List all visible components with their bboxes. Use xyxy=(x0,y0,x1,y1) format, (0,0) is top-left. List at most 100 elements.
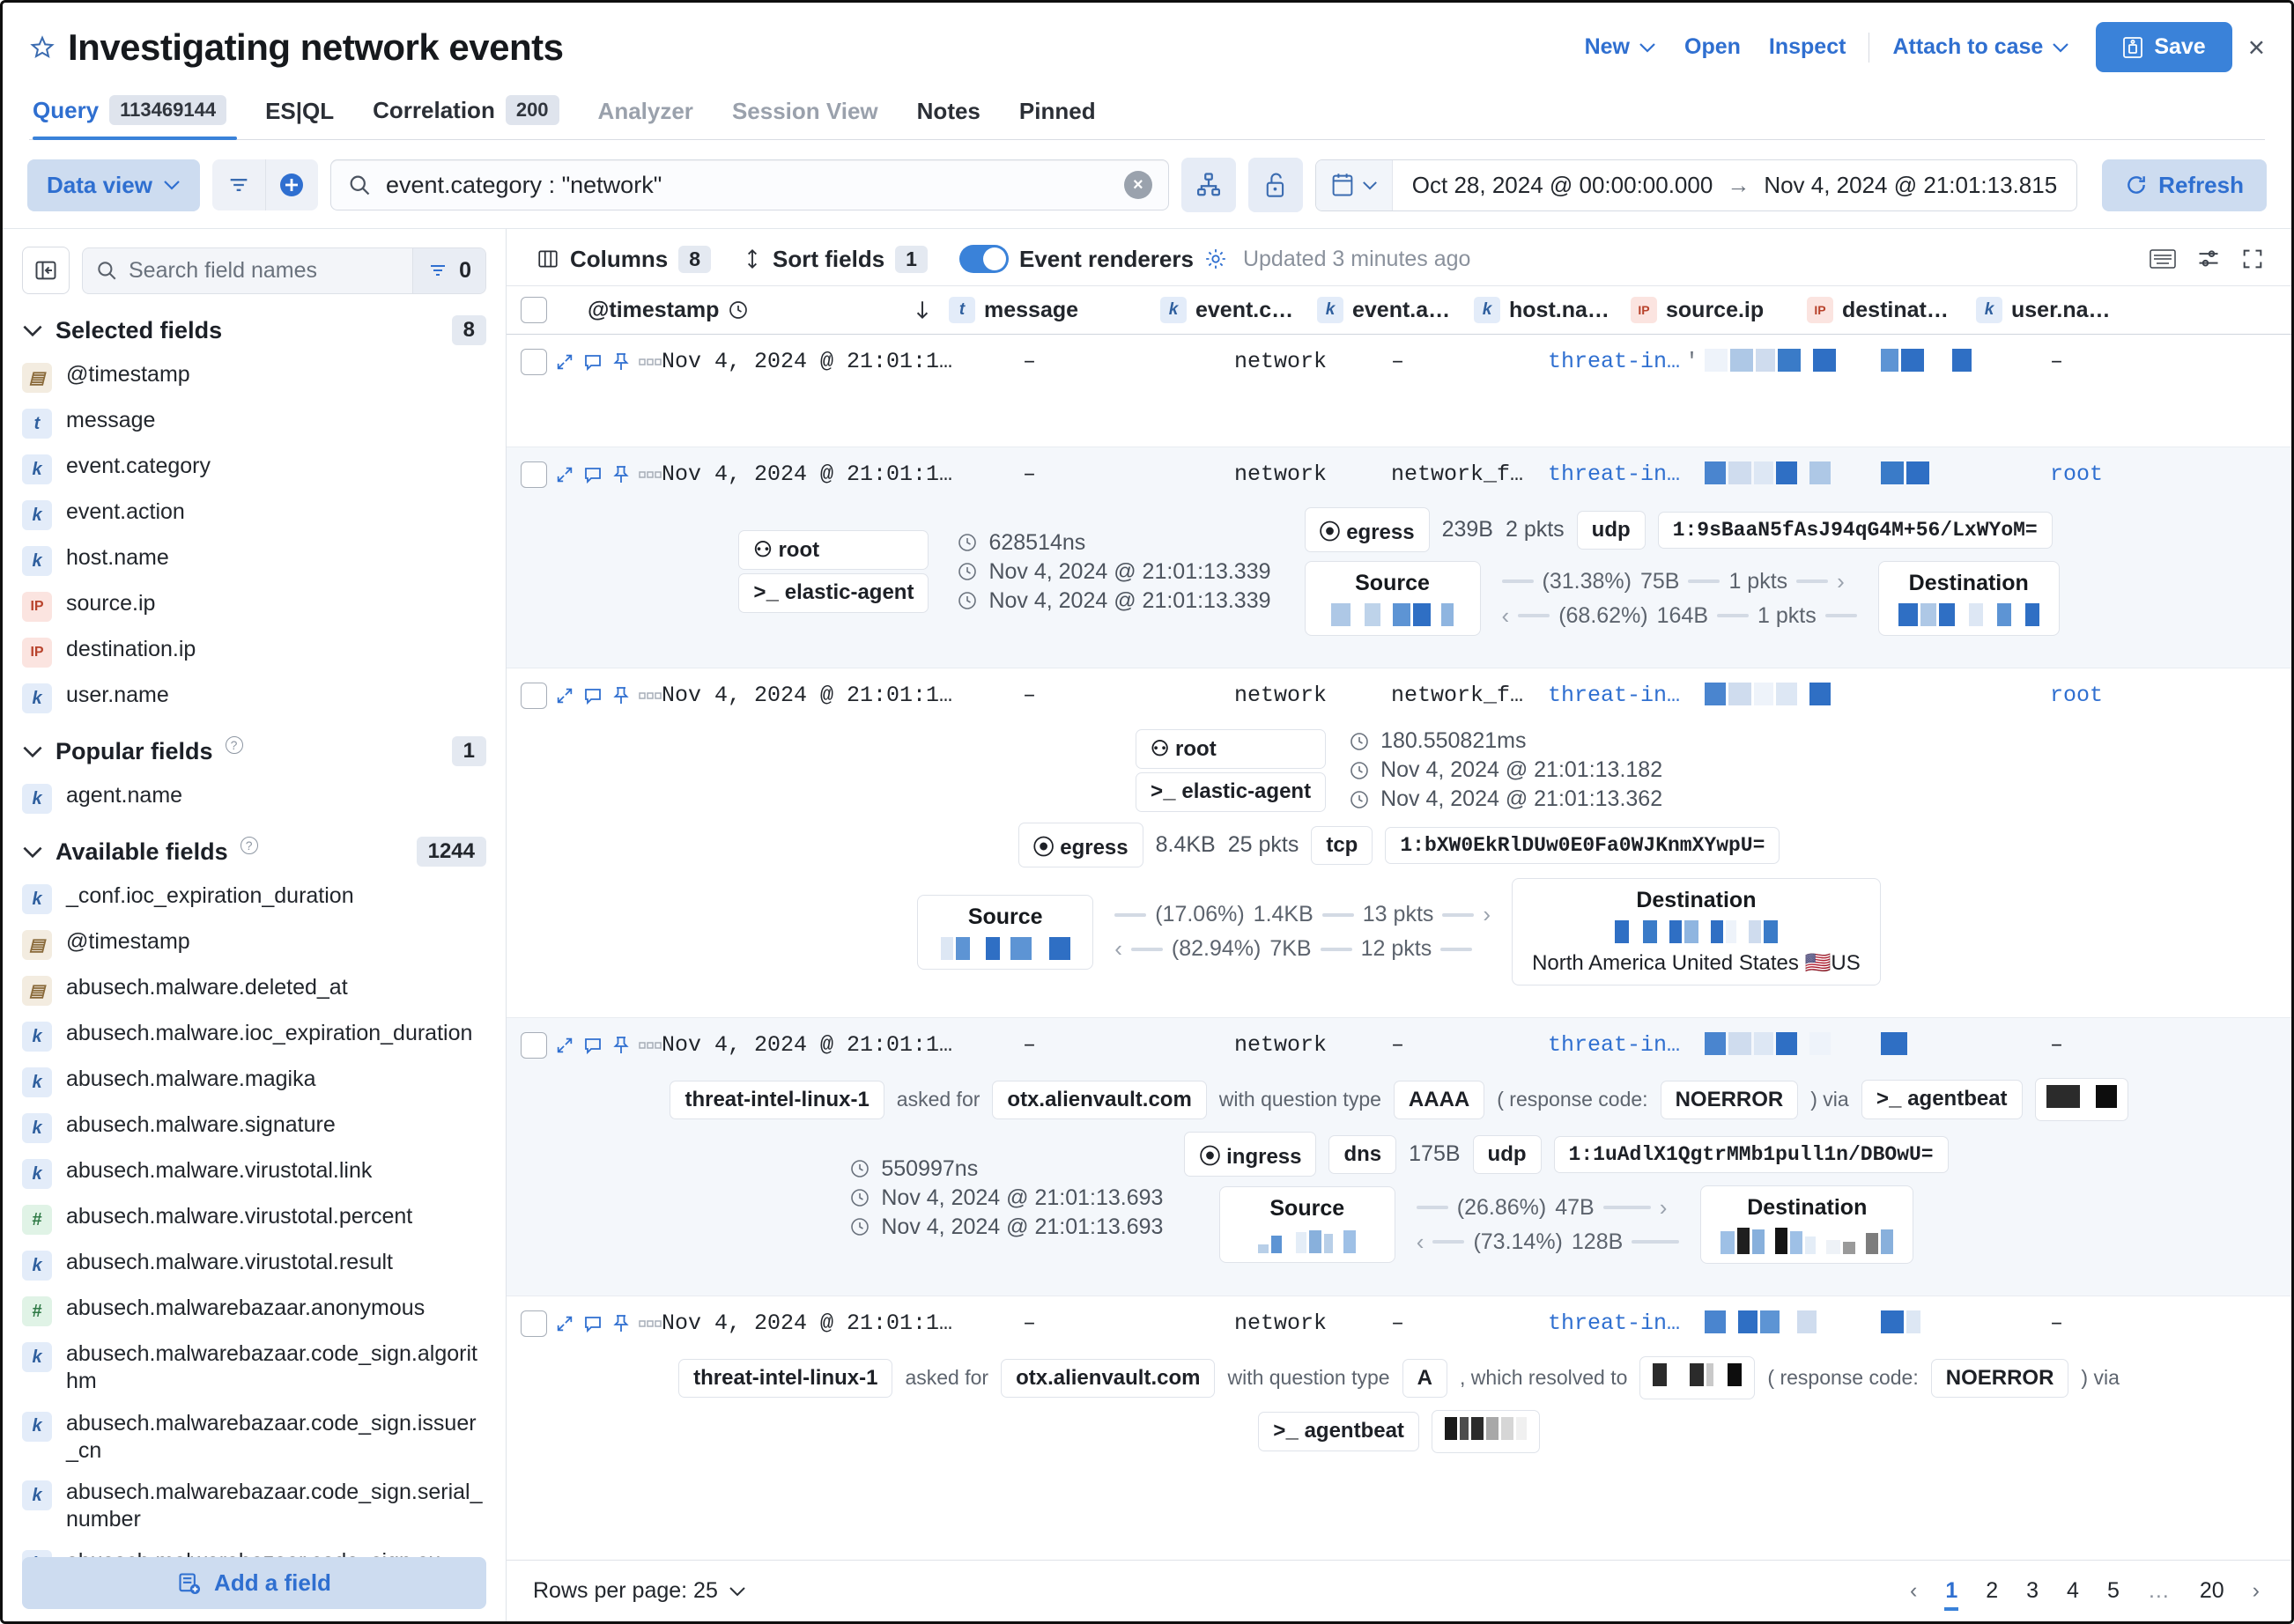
tab-correlation[interactable]: Correlation 200 xyxy=(353,95,578,139)
field-item[interactable]: ▤ @timestamp xyxy=(22,921,486,967)
section-selected-fields[interactable]: Selected fields 8 xyxy=(22,299,486,354)
dns-tag-pill[interactable]: dns xyxy=(1328,1134,1397,1174)
save-button[interactable]: Save xyxy=(2096,22,2232,72)
field-item[interactable]: ▤ @timestamp xyxy=(22,354,486,400)
select-all-checkbox[interactable] xyxy=(521,297,547,323)
table-row[interactable]: Nov 4, 2024 @ 21:01:1… – network network… xyxy=(507,447,2291,668)
column-header-message[interactable]: t message xyxy=(949,297,1160,323)
table-body[interactable]: Nov 4, 2024 @ 21:01:1… – network – threa… xyxy=(507,335,2291,1560)
expand-icon[interactable] xyxy=(555,1314,574,1333)
cell-host-name[interactable]: threat-in… xyxy=(1548,460,1705,487)
gear-icon[interactable] xyxy=(1204,247,1227,270)
protocol-pill[interactable]: tcp xyxy=(1311,825,1373,865)
column-header-event-category[interactable]: k event.c… xyxy=(1160,297,1317,323)
tab-pinned[interactable]: Pinned xyxy=(1000,98,1115,139)
field-item[interactable]: k user.name xyxy=(22,675,486,720)
column-header-event-action[interactable]: k event.a… xyxy=(1317,297,1474,323)
community-id-pill[interactable]: 1:bXW0EkRlDUw0E0Fa0WJKnmXYwpU= xyxy=(1385,826,1780,864)
field-item[interactable]: k abusech.malwarebazaar.code_sign.serial_… xyxy=(22,1472,486,1541)
field-item[interactable]: k event.action xyxy=(22,491,486,537)
field-item[interactable]: k event.category xyxy=(22,446,486,491)
tab-query[interactable]: Query 113469144 xyxy=(29,95,246,140)
field-item[interactable]: ▤ abusech.malware.deleted_at xyxy=(22,967,486,1013)
table-row[interactable]: Nov 4, 2024 @ 21:01:1… – network network… xyxy=(507,668,2291,1018)
page-button-4[interactable]: 4 xyxy=(2061,1576,2084,1606)
dns-question-type-pill[interactable]: AAAA xyxy=(1393,1080,1485,1119)
attach-to-case-button[interactable]: Attach to case xyxy=(1878,34,2083,60)
more-actions-icon[interactable] xyxy=(639,357,662,367)
direction-pill[interactable]: ⦿ egress xyxy=(1304,507,1430,552)
search-input[interactable] xyxy=(385,171,1110,199)
time-range-display[interactable]: Oct 28, 2024 @ 00:00:00.000 → Nov 4, 202… xyxy=(1393,160,2076,210)
close-icon[interactable]: × xyxy=(2248,33,2265,62)
more-actions-icon[interactable] xyxy=(639,469,662,480)
field-item[interactable]: k abusech.malware.magika xyxy=(22,1059,486,1104)
row-select-checkbox[interactable] xyxy=(521,1310,547,1337)
column-header-source-ip[interactable]: IP source.ip xyxy=(1631,297,1807,323)
field-item[interactable]: t message xyxy=(22,400,486,446)
expand-icon[interactable] xyxy=(555,465,574,484)
dns-host-pill[interactable]: threat-intel-linux-1 xyxy=(670,1080,884,1119)
dns-agent-pill[interactable]: >_ agentbeat xyxy=(1861,1080,2023,1119)
event-renderers-toggle-group[interactable]: Event renderers xyxy=(944,245,1243,273)
add-note-icon[interactable] xyxy=(582,1035,603,1056)
table-row[interactable]: Nov 4, 2024 @ 21:01:1… – network – threa… xyxy=(507,335,2291,447)
add-a-field-button[interactable]: Add a field xyxy=(22,1557,486,1609)
field-item[interactable]: k agent.name xyxy=(22,775,486,821)
add-note-icon[interactable] xyxy=(582,351,603,373)
column-header-timestamp[interactable]: @timestamp xyxy=(588,298,896,323)
unlock-icon[interactable] xyxy=(1247,158,1303,212)
inspect-button[interactable]: Inspect xyxy=(1755,34,1861,60)
dns-question-type-pill[interactable]: A xyxy=(1402,1358,1447,1398)
tab-analyzer[interactable]: Analyzer xyxy=(579,98,713,139)
cell-user-name[interactable]: root xyxy=(2050,681,2277,708)
time-range-picker[interactable]: Oct 28, 2024 @ 00:00:00.000 → Nov 4, 202… xyxy=(1314,159,2078,211)
row-select-checkbox[interactable] xyxy=(521,1032,547,1059)
table-row[interactable]: Nov 4, 2024 @ 21:01:1… – network – threa… xyxy=(507,1296,2291,1469)
rows-per-page-selector[interactable]: Rows per page: 25 xyxy=(533,1578,746,1604)
next-page-button[interactable]: › xyxy=(2247,1576,2265,1606)
field-item[interactable]: # abusech.malwarebazaar.anonymous xyxy=(22,1288,486,1333)
cell-user-name[interactable]: root xyxy=(2050,460,2277,487)
community-id-pill[interactable]: 1:9sBaaN5fAsJ94qG4M+56/LxWYoM= xyxy=(1657,511,2053,549)
dns-response-code-pill[interactable]: NOERROR xyxy=(1660,1080,1799,1119)
search-field-names-input[interactable] xyxy=(129,257,401,284)
collapse-sidebar-icon[interactable] xyxy=(22,247,70,294)
column-header-user-name[interactable]: k user.na… xyxy=(1976,297,2277,323)
more-actions-icon[interactable] xyxy=(639,690,662,701)
agent-pill[interactable]: >_ elastic-agent xyxy=(738,573,929,613)
section-popular-fields[interactable]: Popular fields ? 1 xyxy=(22,720,486,775)
sort-fields-button[interactable]: Sort fields 1 xyxy=(727,245,944,273)
fullscreen-icon[interactable] xyxy=(2240,247,2265,271)
columns-button[interactable]: Columns 8 xyxy=(521,245,727,273)
dns-agent-pill[interactable]: >_ agentbeat xyxy=(1258,1412,1419,1451)
add-note-icon[interactable] xyxy=(582,464,603,485)
keyboard-shortcuts-icon[interactable] xyxy=(2149,247,2177,270)
dns-host-pill[interactable]: threat-intel-linux-1 xyxy=(678,1358,893,1398)
column-header-host-name[interactable]: k host.na… xyxy=(1474,297,1631,323)
previous-page-button[interactable]: ‹ xyxy=(1905,1576,1922,1606)
field-item[interactable]: k abusech.malware.virustotal.result xyxy=(22,1242,486,1288)
expand-icon[interactable] xyxy=(555,686,574,705)
tab-esql[interactable]: ES|QL xyxy=(246,98,353,139)
more-actions-icon[interactable] xyxy=(639,1318,662,1329)
field-item[interactable]: # abusech.malware.virustotal.percent xyxy=(22,1196,486,1242)
saved-query-icon[interactable] xyxy=(1180,158,1236,212)
display-options-icon[interactable] xyxy=(2196,247,2221,271)
add-filter-icon[interactable] xyxy=(264,159,318,210)
field-item[interactable]: k host.name xyxy=(22,537,486,583)
pin-icon[interactable] xyxy=(611,464,631,485)
table-row[interactable]: Nov 4, 2024 @ 21:01:1… – network – threa… xyxy=(507,1018,2291,1296)
user-pill[interactable]: ⚇ root xyxy=(738,530,929,570)
field-item[interactable]: IP source.ip xyxy=(22,583,486,629)
field-item[interactable]: IP destination.ip xyxy=(22,629,486,675)
column-header-destination-ip[interactable]: IP destinat… xyxy=(1807,297,1976,323)
fields-list[interactable]: Selected fields 8 ▤ @timestamp t message k… xyxy=(3,299,506,1621)
open-button[interactable]: Open xyxy=(1670,34,1755,60)
field-item[interactable]: k _conf.ioc_expiration_duration xyxy=(22,875,486,921)
clear-search-icon[interactable]: × xyxy=(1123,171,1152,199)
field-item[interactable]: k abusech.malware.virustotal.link xyxy=(22,1150,486,1196)
row-select-checkbox[interactable] xyxy=(521,461,547,488)
cell-host-name[interactable]: threat-in… xyxy=(1548,1030,1705,1058)
page-button-20[interactable]: 20 xyxy=(2194,1576,2230,1606)
